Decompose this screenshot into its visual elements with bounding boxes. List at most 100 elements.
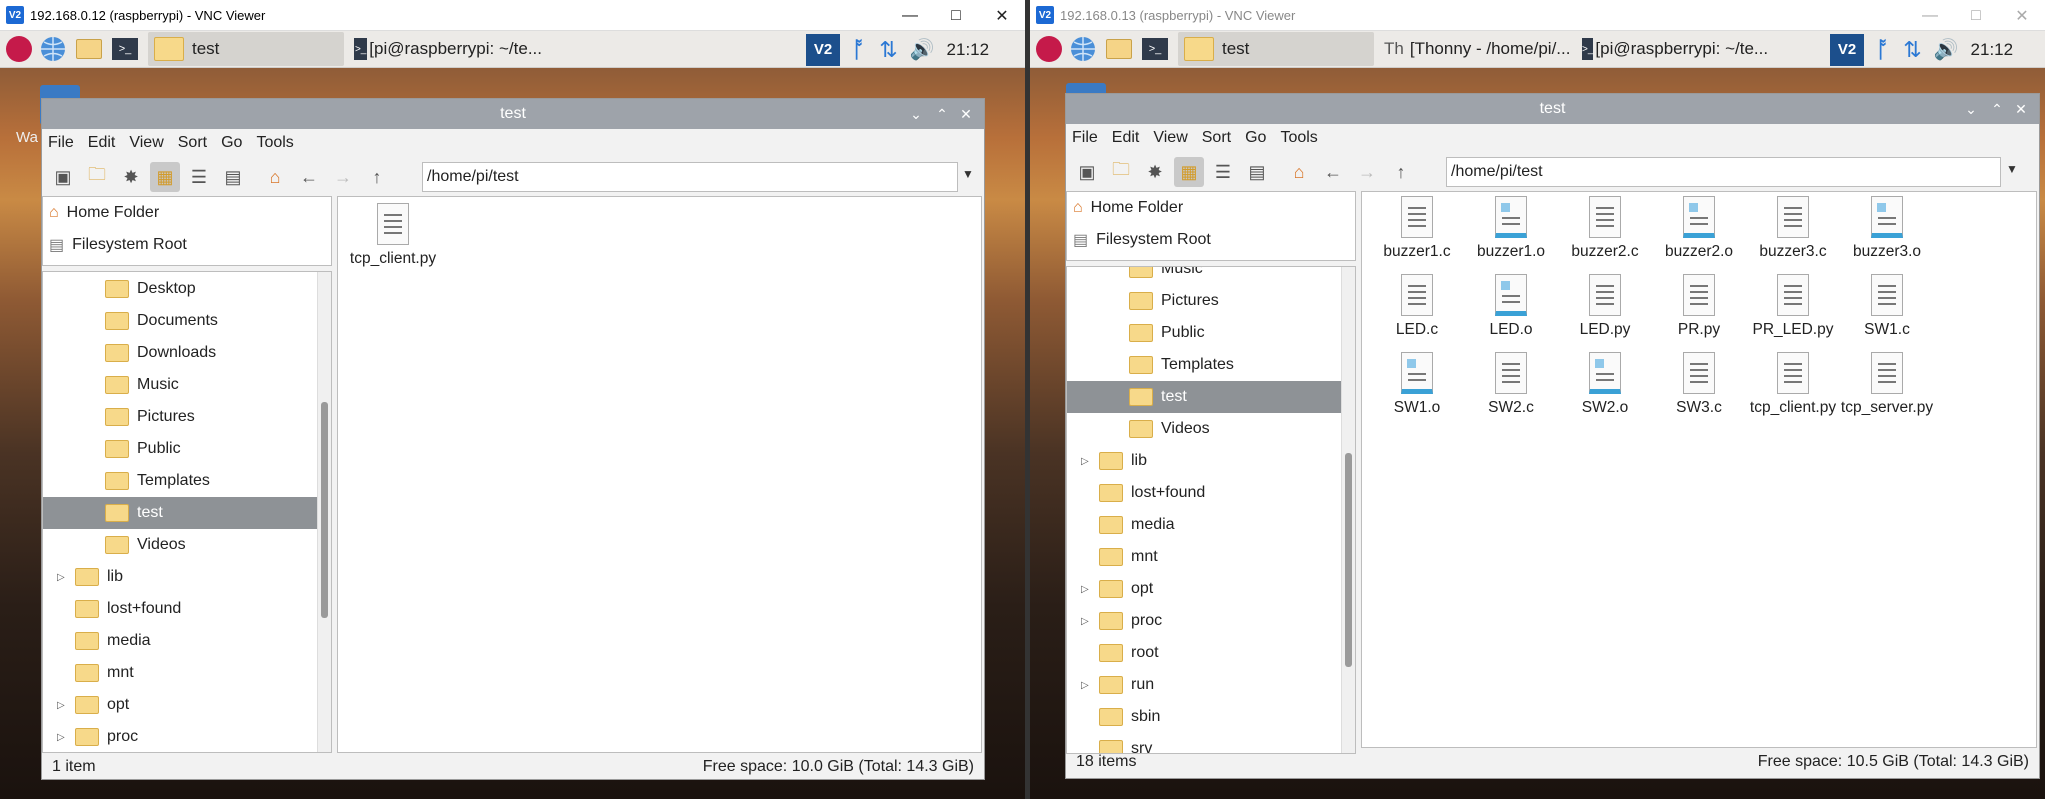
compact-view-icon[interactable]: ☰ (184, 162, 214, 192)
thumbnail-view-icon[interactable]: ✸ (1140, 157, 1170, 187)
back-arrow-icon[interactable]: ← (294, 162, 324, 192)
maximize-button[interactable]: ⌃ (930, 99, 954, 129)
tree-item-sbin[interactable]: sbin (1067, 701, 1341, 733)
place-home-folder[interactable]: ⌂ Home Folder (1067, 192, 1355, 224)
file-view[interactable]: tcp_client.py (337, 196, 982, 753)
expander-icon[interactable]: ▷ (57, 572, 65, 583)
globe-icon[interactable] (1068, 34, 1098, 64)
menu-go[interactable]: Go (1245, 129, 1266, 147)
file-item[interactable]: SW2.o (1558, 352, 1652, 418)
close-button[interactable]: ✕ (1999, 0, 2045, 31)
menu-file[interactable]: File (1072, 129, 1098, 147)
icon-view-icon[interactable]: ▦ (1174, 157, 1204, 187)
maximize-button[interactable]: □ (933, 0, 979, 31)
file-item[interactable]: SW1.o (1370, 352, 1464, 418)
compact-view-icon[interactable]: ☰ (1208, 157, 1238, 187)
file-item[interactable]: PR.py (1652, 274, 1746, 340)
file-item[interactable]: buzzer1.o (1464, 196, 1558, 262)
tree-item-test[interactable]: test (43, 497, 317, 529)
tree-item-music[interactable]: Music (1067, 267, 1341, 285)
menu-view[interactable]: View (1153, 129, 1187, 147)
terminal-icon[interactable]: >_ (1140, 34, 1170, 64)
tree-item-music[interactable]: Music (43, 369, 317, 401)
scrollbar-thumb[interactable] (1345, 453, 1352, 667)
task-terminal[interactable]: >_ [pi@raspberrypi: ~/te... (1576, 32, 1772, 66)
place-filesystem-root[interactable]: ▤ Filesystem Root (43, 229, 331, 261)
menu-edit[interactable]: Edit (88, 134, 116, 152)
place-home-folder[interactable]: ⌂ Home Folder (43, 197, 331, 229)
minimize-button[interactable]: — (1907, 0, 1953, 31)
menu-tools[interactable]: Tools (256, 134, 293, 152)
tree-scrollbar[interactable] (317, 272, 331, 752)
menu-tools[interactable]: Tools (1280, 129, 1317, 147)
file-item[interactable]: tcp_client.py (1746, 352, 1840, 418)
tree-item-public[interactable]: Public (43, 433, 317, 465)
file-item[interactable]: SW1.c (1840, 274, 1934, 340)
up-arrow-icon[interactable]: ↑ (1386, 157, 1416, 187)
directory-tree[interactable]: Music Pictures Public Templates test Vid… (1066, 266, 1356, 754)
file-item[interactable]: tcp_client.py (346, 203, 440, 269)
minimize-button[interactable]: ⌄ (1959, 94, 1983, 124)
close-button[interactable]: ✕ (979, 0, 1025, 31)
tree-item-root[interactable]: root (1067, 637, 1341, 669)
thumbnail-view-icon[interactable]: ✸ (116, 162, 146, 192)
menu-sort[interactable]: Sort (1202, 129, 1231, 147)
minimize-button[interactable]: — (887, 0, 933, 31)
new-folder-icon[interactable]: 🗀 (1106, 157, 1136, 187)
path-input[interactable]: /home/pi/test (1446, 157, 2001, 187)
list-view-icon[interactable]: ▤ (1242, 157, 1272, 187)
task-terminal[interactable]: >_ [pi@raspberrypi: ~/te... (348, 32, 548, 66)
scrollbar-thumb[interactable] (321, 402, 328, 618)
tree-item-downloads[interactable]: Downloads (43, 337, 317, 369)
menu-sort[interactable]: Sort (178, 134, 207, 152)
forward-arrow-icon[interactable]: → (328, 162, 358, 192)
tree-item-mnt[interactable]: mnt (43, 657, 317, 689)
maximize-button[interactable]: ⌃ (1985, 94, 2009, 124)
network-arrows-icon[interactable]: ⇅ (879, 37, 897, 63)
tree-item-lib[interactable]: ▷ lib (43, 561, 317, 593)
tree-item-desktop[interactable]: Desktop (43, 273, 317, 305)
maximize-button[interactable]: □ (1953, 0, 1999, 31)
raspberry-icon[interactable] (6, 36, 32, 62)
tree-item-templates[interactable]: Templates (43, 465, 317, 497)
file-item[interactable]: buzzer1.c (1370, 196, 1464, 262)
menu-file[interactable]: File (48, 134, 74, 152)
task-file-manager[interactable]: test (1178, 32, 1374, 66)
expander-icon[interactable]: ▷ (1081, 584, 1089, 595)
path-dropdown-icon[interactable]: ▼ (2006, 162, 2018, 176)
tree-item-public[interactable]: Public (1067, 317, 1341, 349)
tree-item-pictures[interactable]: Pictures (1067, 285, 1341, 317)
terminal-icon[interactable]: >_ (110, 34, 140, 64)
tree-item-proc[interactable]: ▷ proc (1067, 605, 1341, 637)
tree-item-media[interactable]: media (1067, 509, 1341, 541)
file-item[interactable]: SW2.c (1464, 352, 1558, 418)
file-item[interactable]: SW3.c (1652, 352, 1746, 418)
back-arrow-icon[interactable]: ← (1318, 157, 1348, 187)
new-window-icon[interactable]: ▣ (48, 162, 78, 192)
expander-icon[interactable]: ▷ (1081, 616, 1089, 627)
raspberry-icon[interactable] (1036, 36, 1062, 62)
tree-item-lib[interactable]: ▷ lib (1067, 445, 1341, 477)
vnc-icon[interactable]: V2 (806, 33, 840, 66)
menu-edit[interactable]: Edit (1112, 129, 1140, 147)
network-arrows-icon[interactable]: ⇅ (1903, 37, 1921, 63)
tree-item-videos[interactable]: Videos (1067, 413, 1341, 445)
menu-view[interactable]: View (129, 134, 163, 152)
tree-item-proc[interactable]: ▷ proc (43, 721, 317, 752)
close-button[interactable]: ✕ (954, 99, 978, 129)
tree-item-run[interactable]: ▷ run (1067, 669, 1341, 701)
minimize-button[interactable]: ⌄ (904, 99, 928, 129)
menu-go[interactable]: Go (221, 134, 242, 152)
directory-tree[interactable]: Desktop Documents Downloads Music Pictur… (42, 271, 332, 753)
home-icon[interactable]: ⌂ (1284, 157, 1314, 187)
home-icon[interactable]: ⌂ (260, 162, 290, 192)
volume-icon[interactable]: 🔊 (1934, 37, 1959, 62)
forward-arrow-icon[interactable]: → (1352, 157, 1382, 187)
new-window-icon[interactable]: ▣ (1072, 157, 1102, 187)
tree-scrollbar[interactable] (1341, 267, 1355, 753)
list-view-icon[interactable]: ▤ (218, 162, 248, 192)
tree-item-templates[interactable]: Templates (1067, 349, 1341, 381)
up-arrow-icon[interactable]: ↑ (362, 162, 392, 192)
tree-item-media[interactable]: media (43, 625, 317, 657)
tree-item-lost-found[interactable]: lost+found (43, 593, 317, 625)
